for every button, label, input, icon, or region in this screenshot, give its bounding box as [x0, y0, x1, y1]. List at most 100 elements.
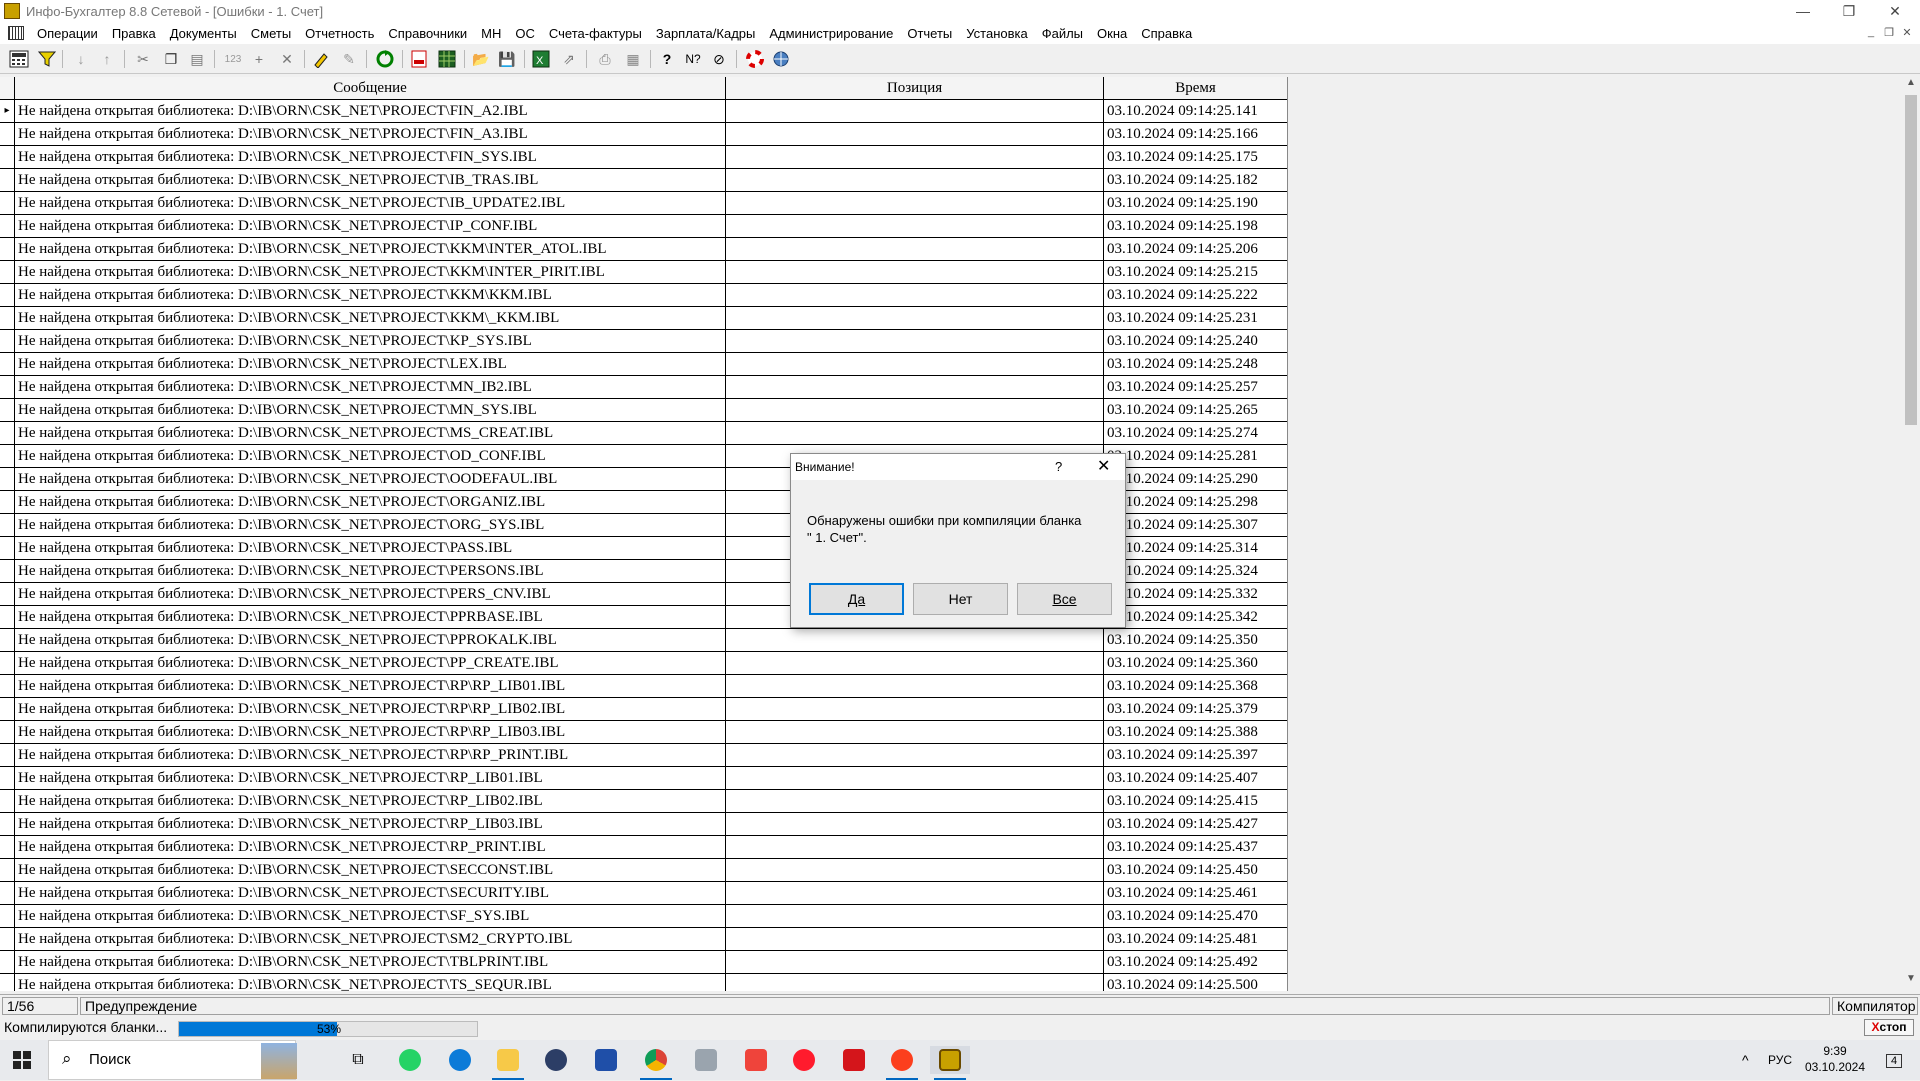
preview-icon[interactable]: ▦: [622, 48, 644, 70]
table-row[interactable]: Не найдена открытая библиотека: D:\IB\OR…: [0, 169, 1287, 192]
open-folder-icon[interactable]: 📂: [470, 48, 492, 70]
start-button[interactable]: [2, 1046, 42, 1074]
table-row[interactable]: Не найдена открытая библиотека: D:\IB\OR…: [0, 652, 1287, 675]
table-row[interactable]: Не найдена открытая библиотека: D:\IB\OR…: [0, 353, 1287, 376]
table-row[interactable]: Не найдена открытая библиотека: D:\IB\OR…: [0, 859, 1287, 882]
menu-help[interactable]: Справка: [1134, 26, 1199, 41]
print-icon[interactable]: ⎙: [594, 48, 616, 70]
minimize-button[interactable]: —: [1780, 0, 1826, 22]
table-row[interactable]: Не найдена открытая библиотека: D:\IB\OR…: [0, 675, 1287, 698]
yes-button[interactable]: Да: [809, 583, 904, 615]
menu-reporting[interactable]: Отчетность: [298, 26, 381, 41]
no-button[interactable]: Нет: [913, 583, 1008, 615]
close-button[interactable]: ✕: [1872, 0, 1918, 22]
menu-os[interactable]: ОС: [508, 26, 542, 41]
menu-invoices[interactable]: Счета-фактуры: [542, 26, 649, 41]
clock[interactable]: 9:39 03.10.2024: [1800, 1043, 1870, 1075]
dialog-help-button[interactable]: ?: [1055, 459, 1062, 474]
language-indicator[interactable]: РУС: [1768, 1040, 1792, 1080]
menu-reports[interactable]: Отчеты: [900, 26, 959, 41]
app-icon-blue[interactable]: [586, 1046, 626, 1074]
scroll-down-icon[interactable]: ▼: [1902, 973, 1920, 989]
dialog-close-button[interactable]: ✕: [1097, 456, 1110, 476]
column-header-position[interactable]: Позиция: [726, 77, 1104, 99]
acrobat-icon[interactable]: [834, 1046, 874, 1074]
table-row[interactable]: Не найдена открытая библиотека: D:\IB\OR…: [0, 284, 1287, 307]
table-row[interactable]: Не найдена открытая библиотека: D:\IB\OR…: [0, 376, 1287, 399]
spreadsheet-icon[interactable]: [436, 48, 458, 70]
add-icon[interactable]: +: [248, 48, 270, 70]
paste-icon[interactable]: ▤: [186, 48, 208, 70]
table-row[interactable]: Не найдена открытая библиотека: D:\IB\OR…: [0, 882, 1287, 905]
copy-icon[interactable]: ❐: [160, 48, 182, 70]
all-button[interactable]: Все: [1017, 583, 1112, 615]
menu-estimates[interactable]: Сметы: [244, 26, 298, 41]
table-row[interactable]: Не найдена открытая библиотека: D:\IB\OR…: [0, 790, 1287, 813]
export-icon[interactable]: ⇗: [558, 48, 580, 70]
table-row[interactable]: Не найдена открытая библиотека: D:\IB\OR…: [0, 905, 1287, 928]
column-header-time[interactable]: Время: [1104, 77, 1287, 99]
yandex-browser-icon[interactable]: [882, 1046, 922, 1074]
sort-descending-icon[interactable]: ↑: [96, 48, 118, 70]
info-buhgalter-icon[interactable]: [930, 1046, 970, 1074]
menu-mn[interactable]: МН: [474, 26, 508, 41]
table-row[interactable]: Не найдена открытая библиотека: D:\IB\OR…: [0, 813, 1287, 836]
scroll-thumb[interactable]: [1905, 95, 1917, 425]
delete-icon[interactable]: ✕: [276, 48, 298, 70]
scroll-up-icon[interactable]: ▲: [1902, 77, 1920, 93]
table-row[interactable]: Не найдена открытая библиотека: D:\IB\OR…: [0, 146, 1287, 169]
pdf-icon[interactable]: [408, 48, 430, 70]
table-row[interactable]: Не найдена открытая библиотека: D:\IB\OR…: [0, 767, 1287, 790]
edge-icon[interactable]: [440, 1046, 480, 1074]
menu-administration[interactable]: Администрирование: [762, 26, 900, 41]
table-row[interactable]: Не найдена открытая библиотека: D:\IB\OR…: [0, 836, 1287, 859]
mdi-restore-icon[interactable]: ❐: [1880, 26, 1898, 40]
compass-icon[interactable]: ⊘: [708, 48, 730, 70]
anydesk-icon[interactable]: [736, 1046, 776, 1074]
table-row[interactable]: Не найдена открытая библиотека: D:\IB\OR…: [0, 951, 1287, 974]
table-row[interactable]: Не найдена открытая библиотека: D:\IB\OR…: [0, 629, 1287, 652]
number-icon[interactable]: 123: [222, 48, 244, 70]
menu-documents[interactable]: Документы: [163, 26, 244, 41]
help-icon[interactable]: ?: [656, 48, 678, 70]
table-row[interactable]: Не найдена открытая библиотека: D:\IB\OR…: [0, 330, 1287, 353]
stop-button[interactable]: Xстоп: [1864, 1019, 1914, 1036]
taskbar-search[interactable]: ⌕ Поиск: [48, 1040, 297, 1080]
context-help-icon[interactable]: N?: [682, 48, 704, 70]
marker-icon[interactable]: [310, 48, 332, 70]
table-row[interactable]: Не найдена открытая библиотека: D:\IB\OR…: [0, 399, 1287, 422]
table-row[interactable]: Не найдена открытая библиотека: D:\IB\OR…: [0, 123, 1287, 146]
calculator-icon[interactable]: [8, 48, 30, 70]
menu-payroll[interactable]: Зарплата/Кадры: [649, 26, 763, 41]
table-row[interactable]: Не найдена открытая библиотека: D:\IB\OR…: [0, 422, 1287, 445]
sort-ascending-icon[interactable]: ↓: [70, 48, 92, 70]
mdi-minimize-icon[interactable]: _: [1862, 26, 1880, 40]
tray-expand-icon[interactable]: ^: [1742, 1040, 1749, 1080]
menu-edit[interactable]: Правка: [105, 26, 163, 41]
calculator-app-icon[interactable]: [686, 1046, 726, 1074]
whatsapp-icon[interactable]: [390, 1046, 430, 1074]
filter-icon[interactable]: [36, 48, 58, 70]
menu-references[interactable]: Справочники: [381, 26, 474, 41]
menu-setup[interactable]: Установка: [959, 26, 1034, 41]
table-row[interactable]: Не найдена открытая библиотека: D:\IB\OR…: [0, 261, 1287, 284]
column-header-message[interactable]: Сообщение: [15, 77, 726, 99]
cut-icon[interactable]: ✂: [132, 48, 154, 70]
mdi-close-icon[interactable]: ✕: [1898, 26, 1916, 40]
table-row[interactable]: Не найдена открытая библиотека: D:\IB\OR…: [0, 974, 1287, 991]
menu-windows[interactable]: Окна: [1090, 26, 1134, 41]
table-row[interactable]: Не найдена открытая библиотека: D:\IB\OR…: [0, 238, 1287, 261]
table-row[interactable]: ▸ Не найдена открытая библиотека: D:\IB\O…: [0, 100, 1287, 123]
table-row[interactable]: Не найдена открытая библиотека: D:\IB\OR…: [0, 307, 1287, 330]
chrome-icon[interactable]: [636, 1046, 676, 1074]
save-icon[interactable]: 💾: [496, 48, 518, 70]
restore-button[interactable]: ❐: [1826, 0, 1872, 22]
file-explorer-icon[interactable]: [488, 1046, 528, 1074]
notifications-icon[interactable]: 4: [1880, 1040, 1908, 1080]
task-view-icon[interactable]: ⧉: [338, 1046, 378, 1074]
menu-operations[interactable]: Операции: [30, 26, 105, 41]
table-row[interactable]: Не найдена открытая библиотека: D:\IB\OR…: [0, 928, 1287, 951]
table-row[interactable]: Не найдена открытая библиотека: D:\IB\OR…: [0, 744, 1287, 767]
document-menu-icon[interactable]: [8, 26, 24, 40]
table-row[interactable]: Не найдена открытая библиотека: D:\IB\OR…: [0, 215, 1287, 238]
